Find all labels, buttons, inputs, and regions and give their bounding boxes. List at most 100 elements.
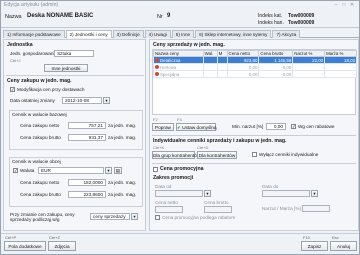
ctrl-z-shortcut: Ctrl+Z — [49, 235, 60, 240]
currency-label: Waluta — [20, 168, 35, 173]
tab-bar: 1) Informacje podstawowe 2) Jednostki i … — [3, 30, 359, 38]
window-title: Edycja artykułu (admin) — [4, 2, 59, 8]
modify-prices-checkbox[interactable]: ✓ — [10, 87, 15, 92]
promo-checkbox[interactable] — [153, 167, 158, 172]
foreign-currency-group: Cennik w walucie obcej ✓ Waluta EUR ▾ ▤ … — [9, 157, 143, 207]
f10-shortcut: F10 — [303, 235, 310, 240]
promo-gross-field[interactable] — [204, 206, 232, 213]
last-change-field[interactable]: 2012-10-08 — [62, 97, 102, 104]
foreign-currency-title: Cennik w walucie obcej — [12, 159, 61, 164]
rebate-checkbox[interactable]: ✓ — [291, 124, 296, 129]
promo-markup-field[interactable] — [302, 205, 330, 212]
calendar-icon[interactable]: ▾ — [103, 97, 110, 104]
tab-definitions[interactable]: 3) Definicje — [112, 30, 144, 38]
esc-shortcut: Esc — [332, 235, 339, 240]
article-edit-window: Edycja artykułu (admin) – □ ✕ Nazwa Desk… — [0, 0, 360, 255]
price-icon — [155, 72, 159, 77]
footer: Ctrl+P Ctrl+Z Pola dodatkowe Zdjęcia F10… — [1, 233, 359, 255]
date-to-field[interactable] — [262, 190, 310, 197]
extra-fields-button[interactable]: Pola dodatkowe — [4, 241, 46, 251]
per-unit-label: za jedn. mag. — [108, 135, 137, 140]
min-markup-label: Min. narzut [%] — [232, 124, 264, 129]
close-icon[interactable]: ✕ — [348, 2, 356, 8]
table-row[interactable]: Hurtowa 0,00 0,00 - - — [153, 63, 357, 71]
f2-shortcut: F2 — [153, 117, 158, 122]
min-markup-field[interactable]: 0,00 — [266, 123, 286, 130]
table-row[interactable]: Detaliczna 923,80 1 145,59 22,00 18,03 — [153, 56, 357, 64]
code2-value: Tow000009 — [288, 20, 315, 26]
tab-other[interactable]: 5) Inne — [171, 30, 195, 38]
purchase-net-label: Cena zakupu netto — [20, 123, 60, 128]
purchase-gross-label: Cena zakupu brutto — [20, 135, 61, 140]
calendar-icon[interactable]: ▾ — [311, 190, 318, 197]
photos-button[interactable]: Zdjęcia — [48, 241, 76, 251]
modify-prices-label: Modyfikacja cen przy dostawach — [17, 87, 85, 92]
title-bar: Edycja artykułu (admin) – □ ✕ — [1, 1, 359, 9]
sales-grid: Nazwa ceny Wal. M Cena netto Cena brutto… — [152, 49, 357, 115]
code2-label: Indeks han. — [258, 20, 284, 26]
promo-net-label: Cena netto — [155, 200, 178, 205]
chevron-down-icon[interactable]: ▾ — [131, 213, 138, 220]
article-nr: 9 — [167, 13, 171, 19]
article-header: Nazwa Deska NONAME BASIC Nr 9 Indeks kat… — [1, 10, 359, 28]
promo-markup-label: Narzut / Marża [%] — [262, 206, 301, 211]
promo-net-field[interactable] — [155, 206, 183, 213]
purchase-gross-field[interactable]: 931,37 — [68, 134, 106, 141]
purchase-net-field[interactable]: 757,21 — [68, 122, 106, 129]
sales-title: Ceny sprzedaży w jedn. mag. — [153, 42, 225, 48]
tab-notes[interactable]: 4) Uwagi — [144, 30, 171, 38]
f4-shortcut: F4 — [177, 117, 182, 122]
tab-basic-info[interactable]: 1) Informacje podstawowe — [3, 30, 65, 38]
promo-discount-checkbox[interactable] — [155, 215, 160, 220]
tab-units-prices[interactable]: 2) Jednostki i ceny — [65, 30, 112, 38]
cancel-button[interactable]: Anuluj — [330, 241, 357, 251]
price-icon — [155, 58, 159, 63]
calendar-icon[interactable]: ▾ — [204, 190, 211, 197]
date-from-label: Data od — [155, 184, 172, 189]
exclude-individual-checkbox[interactable] — [252, 152, 257, 157]
last-change-label: Data ostatniej zmiany — [10, 98, 55, 103]
save-button[interactable]: Zapisz — [301, 241, 328, 251]
promo-discount-label: Cena promocyjna podlega rabatom — [162, 215, 236, 220]
foreign-gross-label: Cena zakupu brutto — [20, 192, 61, 197]
basic-unit-label: Jedn. gospodarowania — [10, 51, 58, 56]
left-panel: Jednostka Jedn. gospodarowania Sztuka Ct… — [3, 39, 146, 231]
per-unit-label: za jedn. mag. — [108, 192, 137, 197]
other-units-button[interactable]: Inne jednostki — [44, 64, 88, 72]
code-label: Indeks kat. — [258, 13, 283, 19]
name-label: Nazwa — [5, 14, 22, 20]
sales-table: Nazwa ceny Wal. M Cena netto Cena brutto… — [153, 50, 357, 78]
folder-icon[interactable]: ▤ — [114, 167, 122, 174]
currency-field[interactable]: EUR — [38, 167, 104, 174]
basic-unit-field[interactable]: Sztuka — [54, 50, 94, 57]
contractors-button[interactable]: Dla kontrahentów — [197, 151, 237, 159]
rebate-label: Wg cen rabatowe — [298, 124, 335, 129]
currency-checkbox[interactable]: ✓ — [13, 168, 18, 173]
article-name: Deska NONAME BASIC — [27, 13, 94, 19]
exclude-individual-label: Wyłącz cenniki indywidualne — [259, 152, 319, 157]
base-currency-title: Cennik w walucie bazowej — [12, 112, 67, 117]
foreign-net-field[interactable]: 182,0000 — [68, 179, 106, 186]
edit-price-button[interactable]: Popraw — [152, 123, 174, 131]
promo-title: Cena promocyjna — [160, 166, 204, 172]
maximize-icon[interactable]: □ — [340, 2, 348, 8]
table-row[interactable]: Specjalna 0,00 0,00 - - — [153, 70, 357, 78]
tab-excise[interactable]: 7) Akcyza — [272, 30, 301, 38]
nr-label: Nr — [157, 14, 163, 20]
date-from-field[interactable] — [155, 190, 203, 197]
ctrl-k-shortcut: Ctrl+K — [153, 145, 165, 150]
right-panel: Ceny sprzedaży w jedn. mag. Nazwa ceny W… — [149, 39, 359, 231]
code-value: Tow000009 — [288, 13, 315, 19]
date-to-label: Data do — [262, 184, 279, 189]
recalc-label: Przy zmianie cen zakupu, ceny sprzedaży … — [10, 212, 75, 222]
promo-gross-label: Cena brutto — [204, 200, 229, 205]
set-default-button[interactable]: ✔ Ustaw domyślną — [176, 123, 217, 131]
individual-title: Indywidualne cenniki sprzedaży i zakupu … — [153, 138, 287, 144]
chevron-down-icon[interactable]: ▾ — [105, 167, 112, 174]
minimize-icon[interactable]: – — [332, 2, 340, 8]
contractor-groups-button[interactable]: Dla grup kontrahentów — [152, 151, 200, 159]
tab-online-store[interactable]: 6) Sklep internetowy, inne sytemy — [195, 30, 272, 38]
recalc-select[interactable]: ceny sprzedaży — [90, 213, 130, 220]
foreign-gross-field[interactable]: 223,8600 — [68, 191, 106, 198]
units-shortcut: Ctrl+J — [10, 58, 21, 63]
